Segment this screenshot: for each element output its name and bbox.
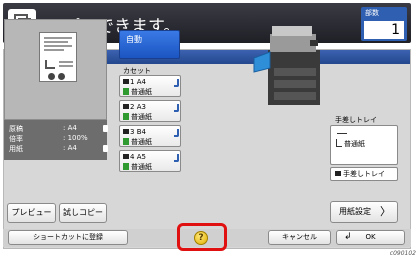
info-row-original: 原稿: A4 xyxy=(9,124,108,133)
tray-4-button[interactable]: 4 A5 普通紙 xyxy=(119,150,181,172)
bypass-tray-sublabel: 手差しトレイ xyxy=(330,167,398,181)
tray-1-button[interactable]: 1 A4 普通紙 xyxy=(119,75,181,97)
help-highlight-frame xyxy=(177,223,227,251)
info-row-paper: 用紙: A4 xyxy=(9,144,108,153)
bypass-tray-label: 手差しトレイ xyxy=(335,116,377,124)
bypass-tray-button[interactable]: 普通紙 xyxy=(330,125,398,165)
image-reference-code: c090102 xyxy=(389,250,416,257)
auto-tray-button[interactable]: 自動 xyxy=(119,30,180,59)
tray-3-button[interactable]: 3 B4 普通紙 xyxy=(119,125,181,147)
printer-illustration-icon xyxy=(253,26,320,105)
preview-area: 原稿: A4 倍率: 100% 用紙: A4 xyxy=(4,19,109,214)
chevron-right-icon: 〉 xyxy=(380,205,391,218)
bypass-dash-line xyxy=(337,133,347,134)
ok-button[interactable]: ↲ OK xyxy=(336,230,405,245)
copies-label: 部数 xyxy=(365,9,379,17)
paper-icon xyxy=(336,139,342,147)
copies-value[interactable]: 1 xyxy=(364,21,404,39)
paper-level-icon xyxy=(174,104,179,112)
copies-field[interactable]: 部数 1 xyxy=(361,7,407,41)
info-row-zoom: 倍率: 100% xyxy=(9,134,88,143)
preview-image xyxy=(4,19,107,120)
document-thumbnail xyxy=(39,32,77,82)
copy-screen: コピーできます。 部数 1 用紙選択 原稿: A4 xyxy=(0,0,420,258)
trial-copy-button[interactable]: 試しコピー xyxy=(59,203,107,223)
preview-info: 原稿: A4 倍率: 100% 用紙: A4 xyxy=(4,120,108,160)
register-shortcut-button[interactable]: ショートカットに登録 xyxy=(8,230,128,245)
return-icon: ↲ xyxy=(344,232,352,242)
paper-level-icon xyxy=(174,129,179,137)
paper-level-icon xyxy=(174,79,179,87)
preview-button[interactable]: プレビュー xyxy=(7,203,56,223)
paper-settings-button[interactable]: 用紙設定〉 xyxy=(330,201,398,223)
tray-2-button[interactable]: 2 A3 普通紙 xyxy=(119,100,181,122)
paper-level-icon xyxy=(174,154,179,162)
cancel-button[interactable]: キャンセル xyxy=(268,230,331,245)
